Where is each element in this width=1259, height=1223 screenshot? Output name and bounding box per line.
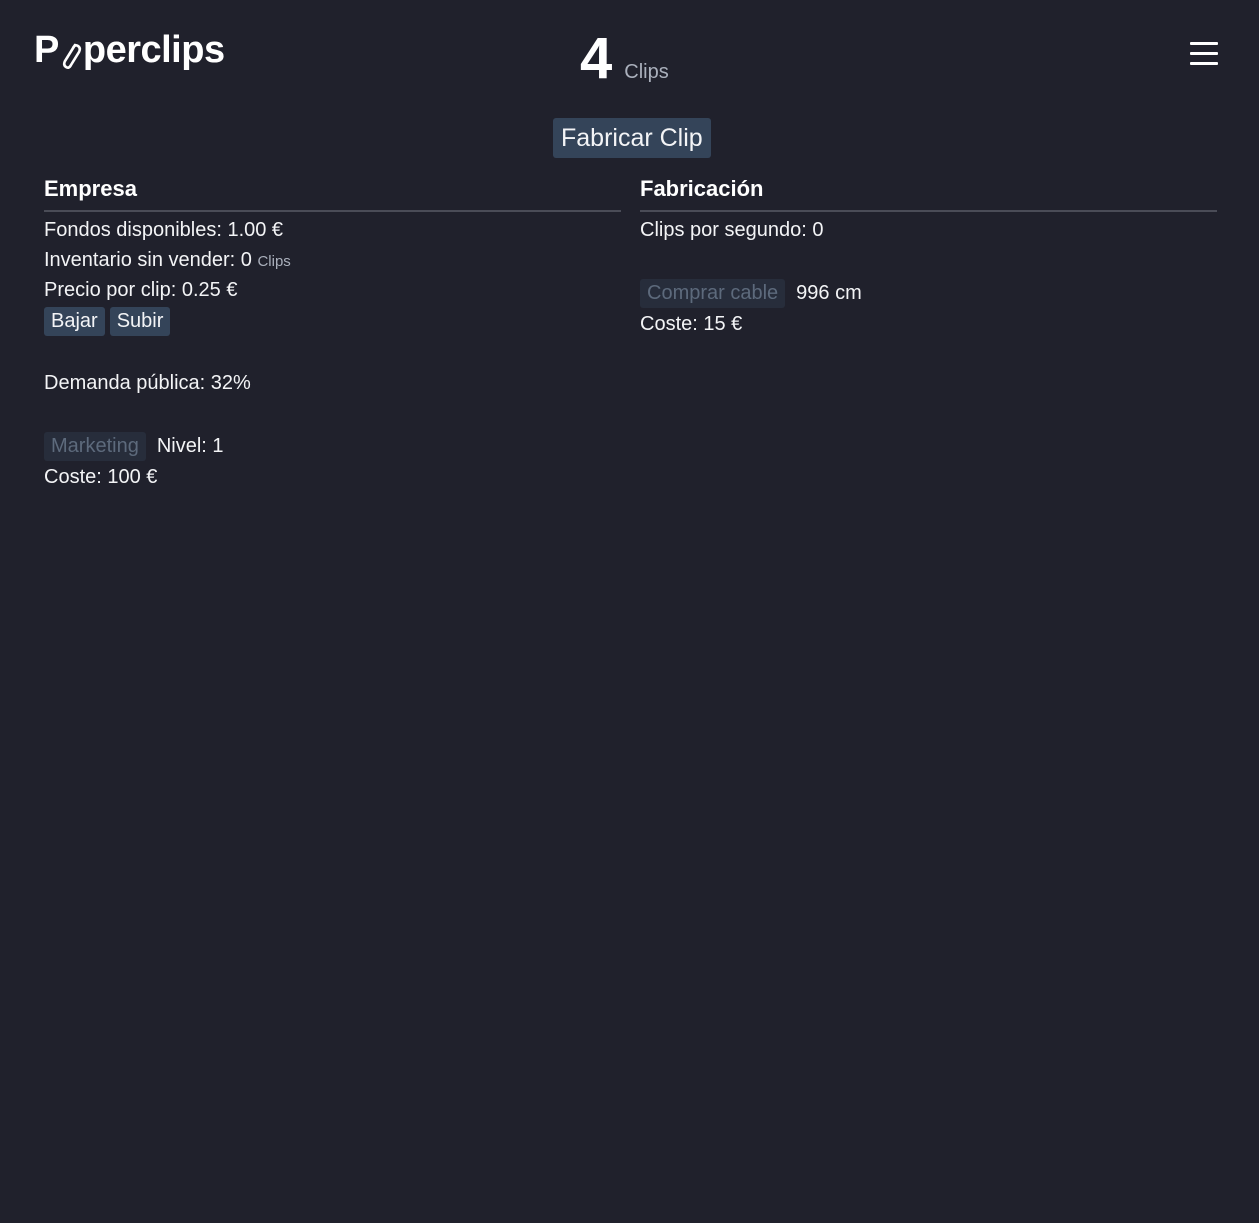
manufacturing-panel: Fabricación Clips por segundo: 0 Comprar…	[640, 172, 1217, 339]
funds-text: Fondos disponibles: 1.00 €	[44, 219, 284, 241]
price-buttons: Bajar Subir	[44, 307, 621, 336]
marketing-level: Nivel: 1	[156, 434, 224, 457]
marketing-row: Marketing Nivel: 1	[44, 430, 621, 462]
marketing-button[interactable]: Marketing	[44, 431, 146, 461]
clip-count: 4	[580, 26, 613, 91]
make-clip-wrapper: Fabricar Clip	[553, 118, 711, 158]
manufacturing-title: Fabricación	[640, 172, 1217, 212]
logo-prefix: P	[34, 29, 59, 71]
wire-amount: 996 cm	[796, 281, 862, 304]
clip-rate-text: Clips por segundo: 0	[640, 219, 824, 241]
inventory-unit: Clips	[257, 253, 291, 270]
clip-count-unit: Clips	[624, 61, 669, 83]
make-clip-button[interactable]: Fabricar Clip	[553, 118, 711, 158]
inventory-row: Inventario sin vender: 0 Clips	[44, 245, 621, 275]
inventory-text: Inventario sin vender: 0	[44, 249, 252, 271]
business-panel: Empresa Fondos disponibles: 1.00 € Inven…	[44, 172, 621, 492]
price-text: Precio por clip: 0.25 €	[44, 279, 238, 301]
wire-cost: Coste: 15 €	[640, 313, 743, 335]
business-title: Empresa	[44, 172, 621, 212]
paperclip-icon	[60, 37, 82, 69]
buy-wire-button[interactable]: Comprar cable	[640, 278, 786, 308]
clip-counter: 4 Clips	[580, 28, 669, 90]
hamburger-menu-icon[interactable]	[1190, 42, 1218, 68]
raise-price-button[interactable]: Subir	[109, 307, 171, 336]
wire-row: Comprar cable 996 cm	[640, 277, 1217, 309]
header: P perclips 4 Clips	[0, 0, 1259, 110]
logo-suffix: perclips	[82, 29, 225, 71]
app-logo: P perclips	[34, 28, 225, 72]
demand-text: Demanda pública: 32%	[44, 372, 251, 394]
marketing-cost: Coste: 100 €	[44, 466, 158, 488]
lower-price-button[interactable]: Bajar	[44, 307, 105, 336]
